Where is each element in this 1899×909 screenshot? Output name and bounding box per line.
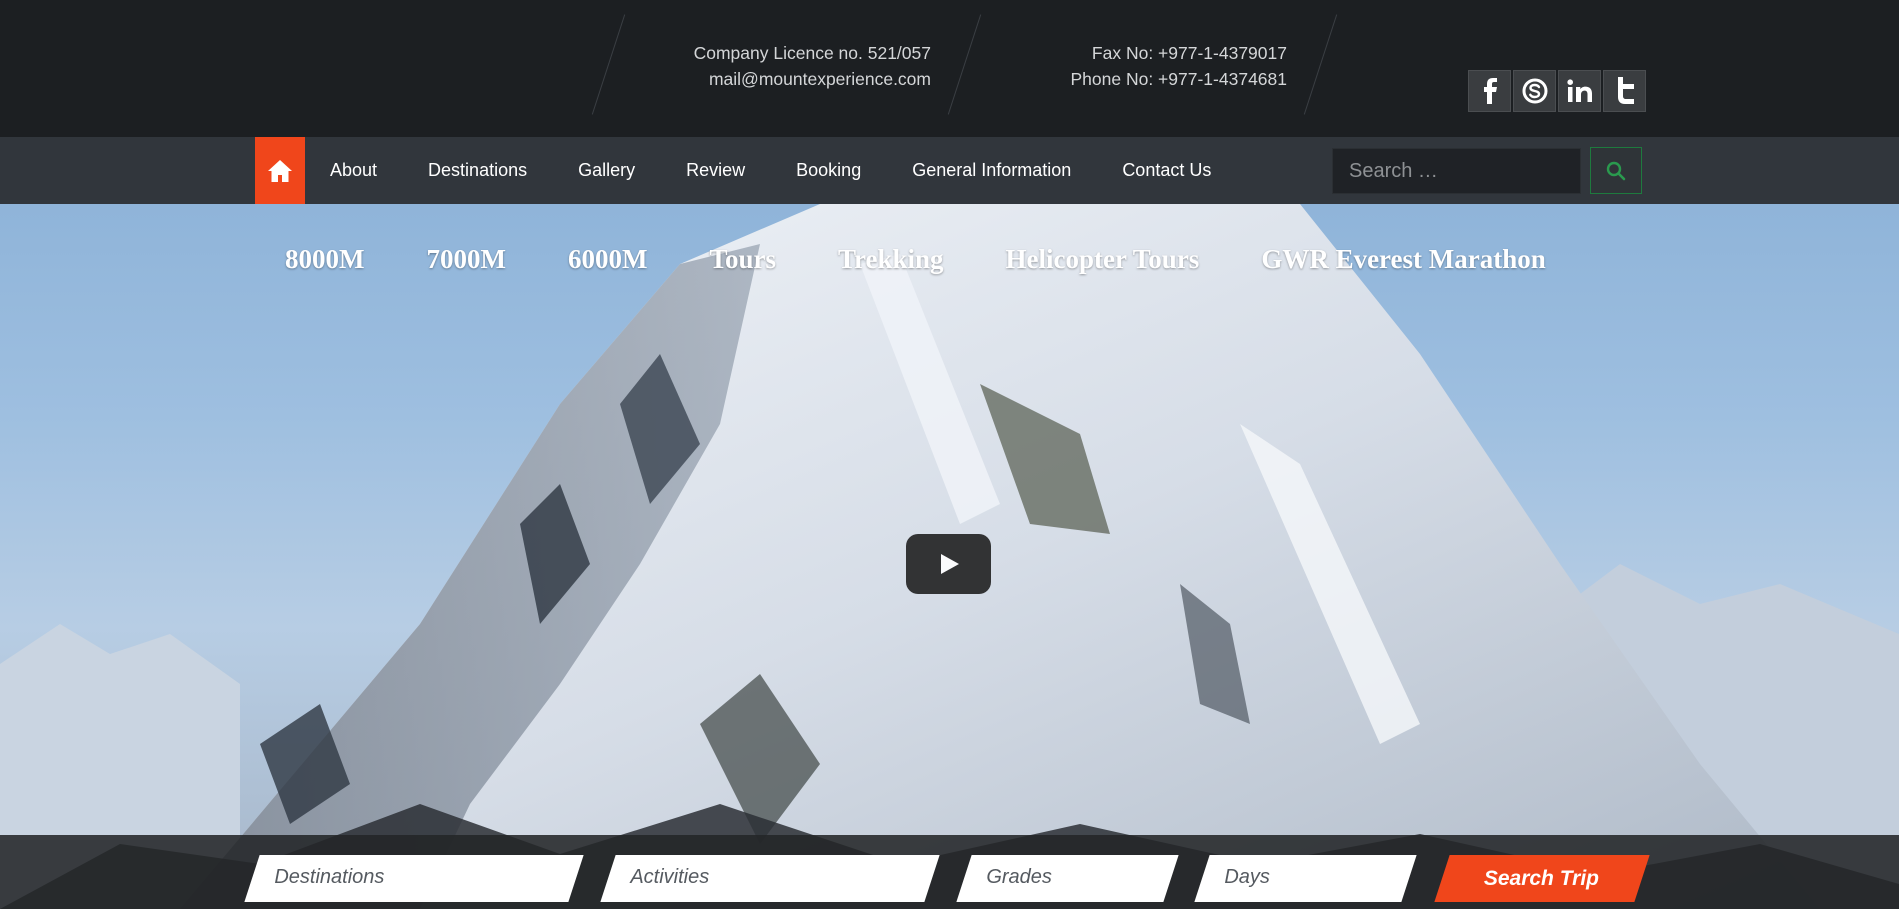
nav-item-general-information[interactable]: General Information bbox=[912, 160, 1071, 181]
category-6000m[interactable]: 6000M bbox=[568, 244, 647, 275]
destinations-select[interactable]: Destinations bbox=[244, 855, 584, 902]
search-trip-button[interactable]: Search Trip bbox=[1434, 855, 1650, 902]
skype-icon[interactable] bbox=[1513, 70, 1556, 112]
search-icon[interactable] bbox=[1590, 147, 1642, 194]
nav-item-gallery[interactable]: Gallery bbox=[578, 160, 635, 181]
divider bbox=[947, 14, 982, 115]
activities-label: Activities bbox=[630, 866, 710, 888]
category-trekking[interactable]: Trekking bbox=[838, 244, 944, 275]
email-link[interactable]: mail@mountexperience.com bbox=[694, 66, 931, 92]
facebook-icon[interactable] bbox=[1468, 70, 1511, 112]
twitter-icon[interactable] bbox=[1603, 70, 1646, 112]
home-icon[interactable] bbox=[255, 137, 305, 204]
search-trip-label: Search Trip bbox=[1484, 866, 1600, 890]
category-tours[interactable]: Tours bbox=[709, 244, 776, 275]
category-8000m[interactable]: 8000M bbox=[285, 244, 364, 275]
linkedin-icon[interactable] bbox=[1558, 70, 1601, 112]
company-contact: Company Licence no. 521/057 mail@mountex… bbox=[694, 40, 931, 92]
days-label: Days bbox=[1224, 866, 1270, 888]
destinations-label: Destinations bbox=[274, 866, 385, 888]
play-icon[interactable] bbox=[906, 534, 991, 594]
divider bbox=[591, 14, 626, 115]
nav-item-review[interactable]: Review bbox=[686, 160, 745, 181]
licence-text: Company Licence no. 521/057 bbox=[693, 43, 931, 63]
trip-category-menu: 8000M 7000M 6000M Tours Trekking Helicop… bbox=[285, 244, 1608, 275]
grades-label: Grades bbox=[986, 866, 1052, 888]
days-select[interactable]: Days bbox=[1194, 855, 1417, 902]
grades-select[interactable]: Grades bbox=[956, 855, 1179, 902]
divider bbox=[1303, 14, 1338, 115]
nav-item-contact-us[interactable]: Contact Us bbox=[1122, 160, 1211, 181]
category-7000m[interactable]: 7000M bbox=[426, 244, 505, 275]
category-gwr-everest-marathon[interactable]: GWR Everest Marathon bbox=[1261, 244, 1545, 275]
hero-video-banner: 8000M 7000M 6000M Tours Trekking Helicop… bbox=[0, 204, 1899, 909]
social-links bbox=[1468, 70, 1646, 112]
fax-text: Fax No: +977-1-4379017 bbox=[1091, 43, 1287, 63]
nav-item-about[interactable]: About bbox=[330, 160, 377, 181]
site-search-input[interactable] bbox=[1332, 148, 1581, 194]
nav-item-destinations[interactable]: Destinations bbox=[428, 160, 527, 181]
main-menu: About Destinations Gallery Review Bookin… bbox=[330, 137, 1262, 204]
phone-text: Phone No: +977-1-4374681 bbox=[1070, 69, 1288, 89]
nav-item-booking[interactable]: Booking bbox=[796, 160, 861, 181]
category-helicopter-tours[interactable]: Helicopter Tours bbox=[1006, 244, 1200, 275]
phone-contact: Fax No: +977-1-4379017 Phone No: +977-1-… bbox=[1071, 40, 1288, 92]
activities-select[interactable]: Activities bbox=[600, 855, 940, 902]
top-info-bar: Company Licence no. 521/057 mail@mountex… bbox=[0, 0, 1899, 137]
